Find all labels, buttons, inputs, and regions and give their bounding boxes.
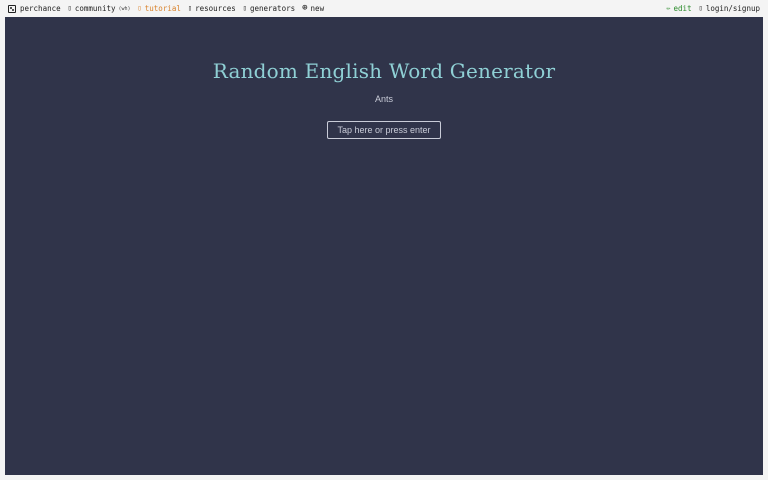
page-title: Random English Word Generator xyxy=(212,59,556,83)
sparkle-icon: ▯ xyxy=(242,4,247,12)
nav-left: perchance ▯ community (wh) ▯ tutorial ▯ … xyxy=(8,4,331,13)
nav-community-suffix: (wh) xyxy=(118,5,131,12)
nav-perchance-label: perchance xyxy=(20,4,61,13)
nav-login-signup[interactable]: ▯ login/signup xyxy=(699,4,760,13)
nav-new[interactable]: ⊕ new xyxy=(302,3,325,14)
plus-circle-icon: ⊕ xyxy=(302,3,308,13)
nav-generators-label: generators xyxy=(249,4,296,13)
nav-edit[interactable]: ✏ edit xyxy=(666,4,691,13)
top-nav-bar: perchance ▯ community (wh) ▯ tutorial ▯ … xyxy=(0,0,768,17)
chat-icon: ▯ xyxy=(67,4,72,12)
nav-login-label: login/signup xyxy=(705,4,760,13)
nav-right: ✏ edit ▯ login/signup xyxy=(659,4,760,13)
nav-resources-label: resources xyxy=(195,4,236,13)
nav-community[interactable]: ▯ community (wh) xyxy=(68,4,131,13)
nav-new-label: new xyxy=(310,4,325,13)
pencil-icon: ✏ xyxy=(666,4,671,12)
nav-resources[interactable]: ▯ resources xyxy=(188,4,236,13)
nav-edit-label: edit xyxy=(673,4,692,13)
nav-generators[interactable]: ▯ generators xyxy=(243,4,295,13)
user-icon: ▯ xyxy=(698,4,703,12)
dice-icon xyxy=(8,4,16,13)
book-icon: ▯ xyxy=(187,4,193,12)
nav-tutorial-label: tutorial xyxy=(144,4,181,13)
nav-community-label: community xyxy=(74,4,116,13)
generate-button[interactable]: Tap here or press enter xyxy=(327,121,441,139)
generator-frame: Random English Word Generator Ants Tap h… xyxy=(5,17,763,475)
nav-tutorial[interactable]: ▯ tutorial xyxy=(138,4,181,13)
book-icon: ▯ xyxy=(137,4,142,12)
nav-perchance[interactable]: perchance xyxy=(8,4,61,13)
generated-word: Ants xyxy=(374,94,393,104)
